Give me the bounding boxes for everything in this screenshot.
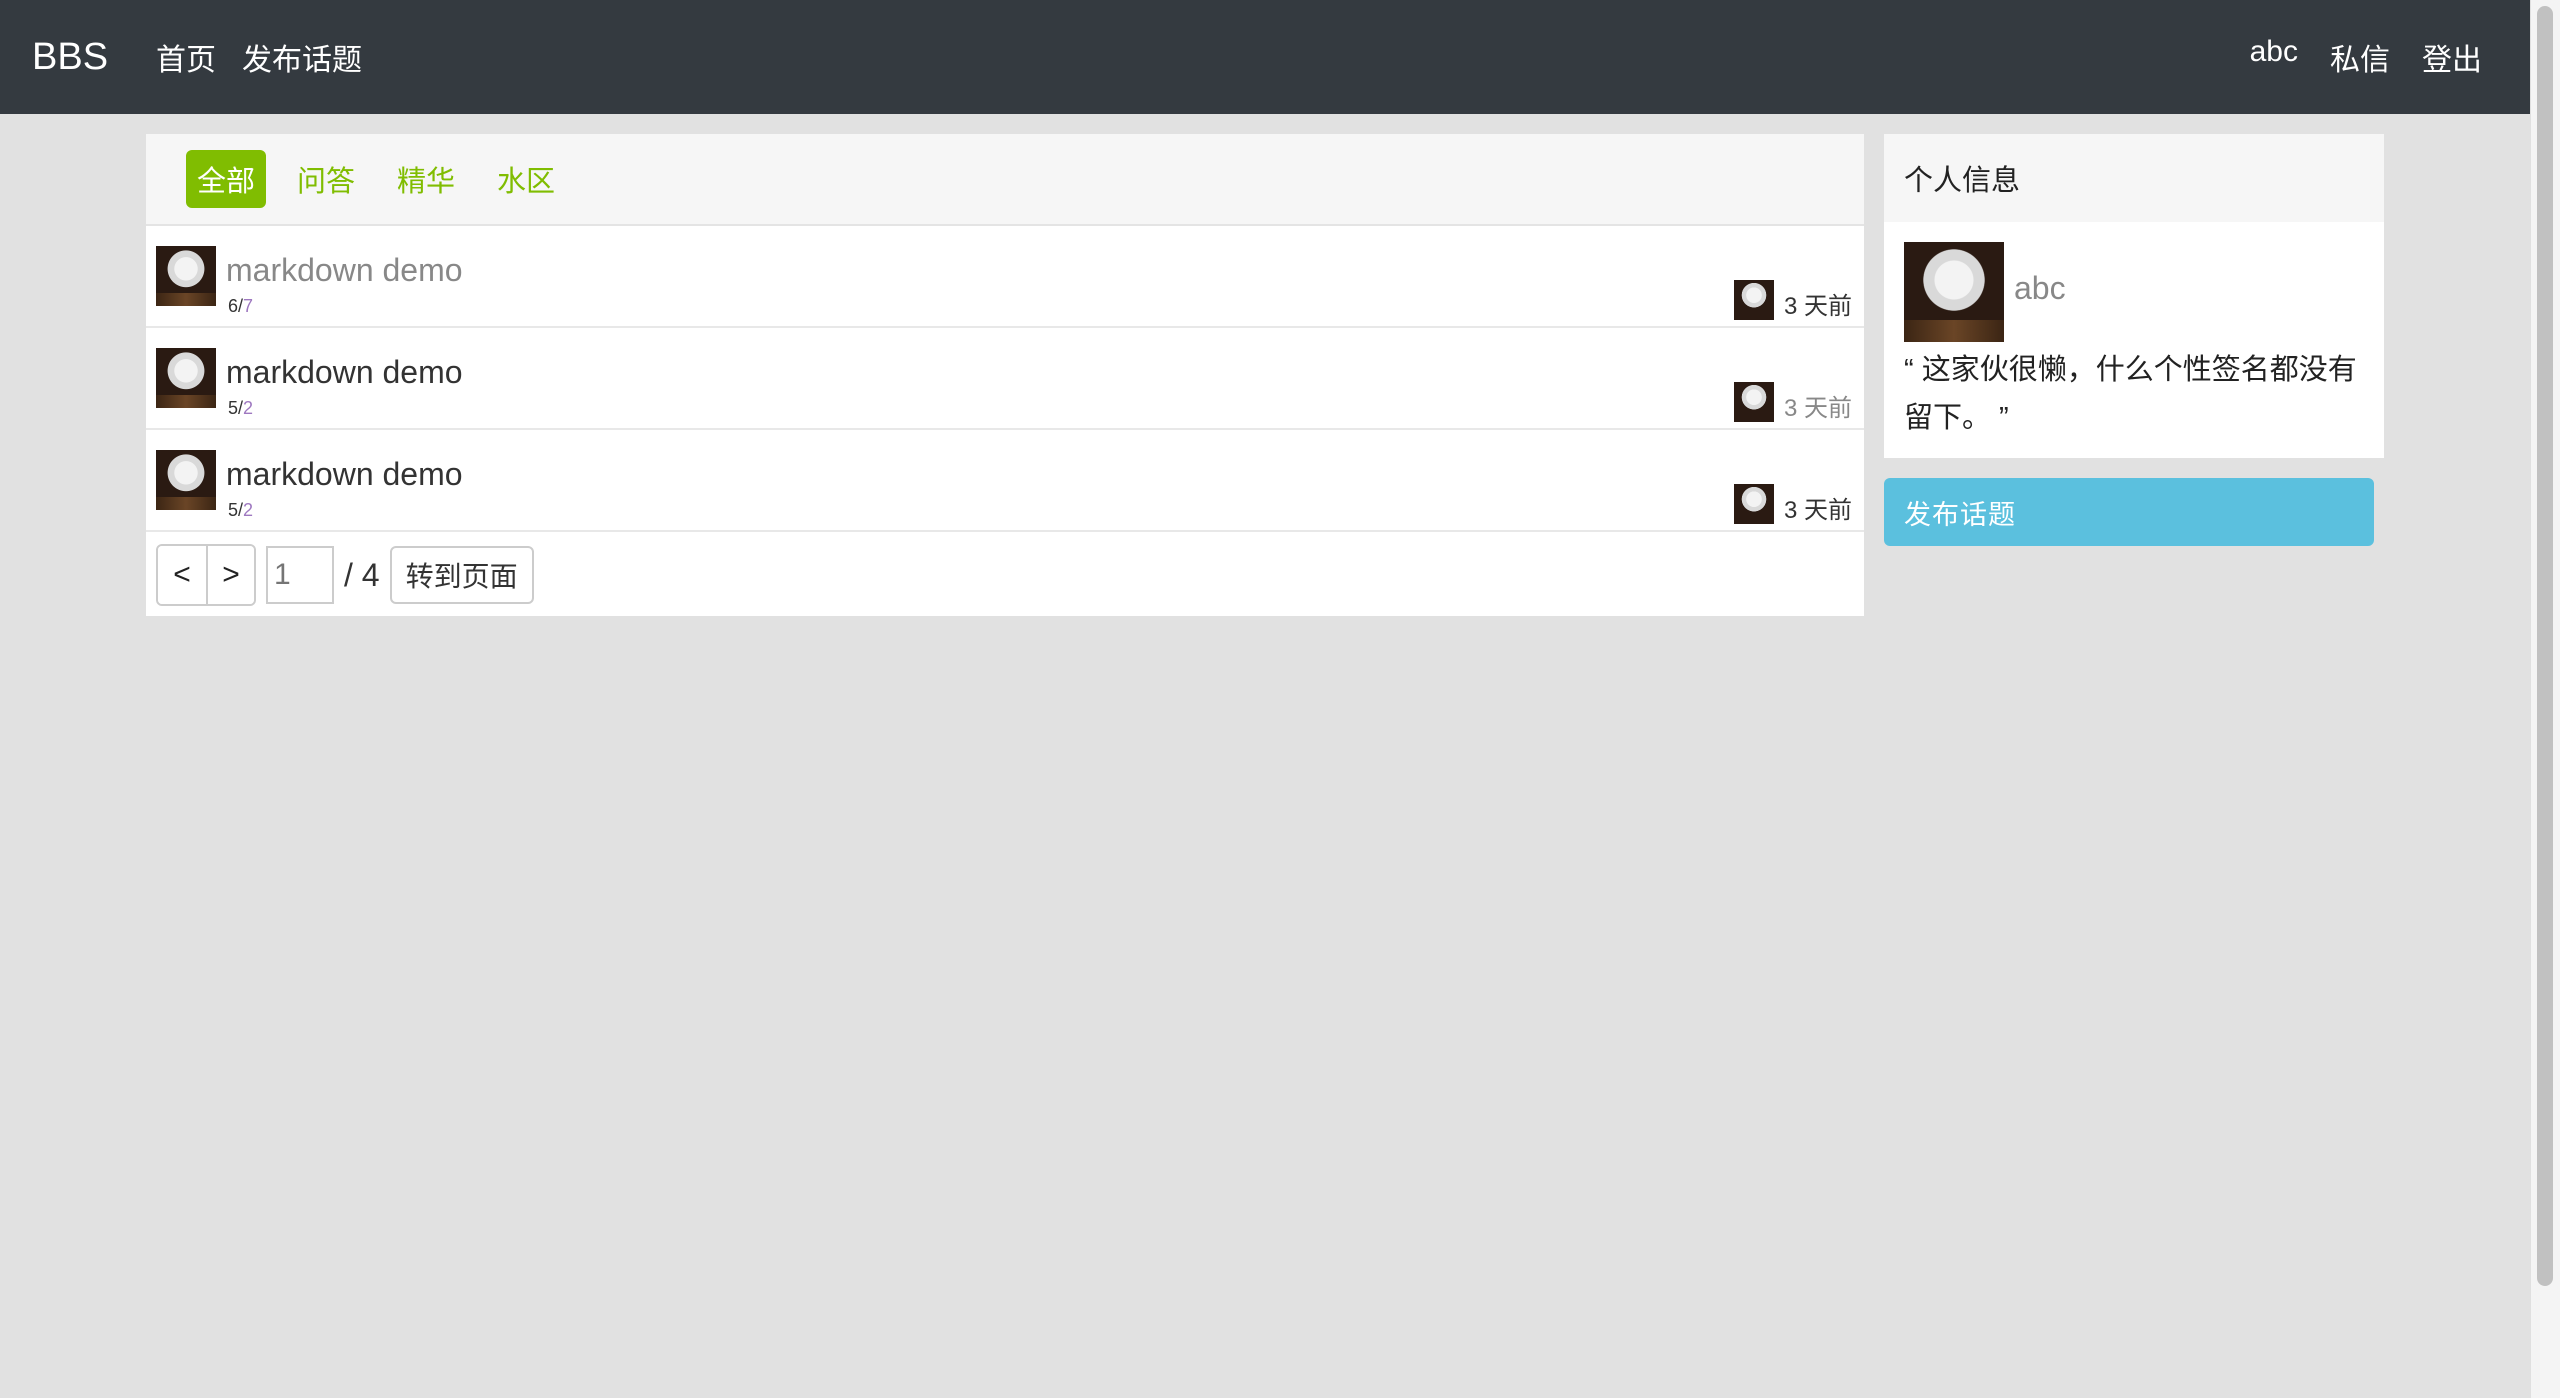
profile-card: 个人信息 abc “ 这家伙很懒，什么个性签名都没有留下。 ” [1884,134,2384,458]
next-page-button[interactable]: > [206,546,254,604]
topic-row: markdown demo 5/2 3 天前 [146,430,1864,532]
pagination: < > / 4 转到页面 [156,544,534,606]
tab-water[interactable]: 水区 [486,150,566,208]
profile-username[interactable]: abc [2014,270,2066,307]
reply-count: 5 [228,398,239,418]
top-navbar: BBS 首页 发布话题 abc 私信 登出 [0,0,2530,114]
nav-messages-link[interactable]: 私信 [2330,35,2390,79]
reply-view-count: 5/2 [228,500,254,520]
view-count: 7 [243,296,254,316]
tab-all[interactable]: 全部 [186,150,267,208]
reply-count: 5 [228,500,239,520]
last-reply-time[interactable]: 3 天前 [1784,286,1852,321]
tab-featured[interactable]: 精华 [386,150,466,208]
topic-row: markdown demo 5/2 3 天前 [146,328,1864,430]
view-count: 2 [243,398,254,418]
topic-title-link[interactable]: markdown demo [226,252,463,289]
tab-bar: 全部 问答 精华 水区 [146,134,1864,226]
last-reply-avatar[interactable] [1734,280,1774,320]
nav-right: abc 私信 登出 [2250,35,2482,79]
author-avatar[interactable] [156,348,216,408]
topic-title-link[interactable]: markdown demo [226,354,463,391]
reply-view-count: 5/2 [228,398,254,418]
last-reply-avatar[interactable] [1734,382,1774,422]
nav-left: 首页 发布话题 [156,35,362,79]
prev-page-button[interactable]: < [158,546,206,604]
author-avatar[interactable] [156,450,216,510]
tab-qa[interactable]: 问答 [286,150,366,208]
topic-row: markdown demo 6/7 3 天前 [146,226,1864,328]
author-avatar[interactable] [156,246,216,306]
new-topic-button[interactable]: 发布话题 [1884,478,2374,546]
last-reply-time[interactable]: 3 天前 [1784,388,1852,423]
nav-new-topic-link[interactable]: 发布话题 [242,35,362,79]
last-reply-time[interactable]: 3 天前 [1784,490,1852,525]
topic-list-panel: 全部 问答 精华 水区 markdown demo 6/7 3 天前 markd… [146,134,1864,616]
profile-signature: “ 这家伙很懒，什么个性签名都没有留下。 ” [1904,354,2357,434]
nav-home-link[interactable]: 首页 [156,35,216,79]
reply-count: 6 [228,296,239,316]
profile-card-header: 个人信息 [1884,134,2384,222]
nav-user-link[interactable]: abc [2250,35,2298,79]
page-total: / 4 [344,556,380,593]
topic-title-link[interactable]: markdown demo [226,456,463,493]
reply-view-count: 6/7 [228,296,254,316]
scrollbar-thumb[interactable] [2537,6,2553,1286]
nav-logout-link[interactable]: 登出 [2422,35,2482,79]
page-number-input[interactable] [266,546,334,604]
view-count: 2 [243,500,254,520]
pager-button-group: < > [156,544,256,606]
profile-avatar[interactable] [1904,242,2004,342]
brand-logo[interactable]: BBS [32,36,108,79]
last-reply-avatar[interactable] [1734,484,1774,524]
goto-page-button[interactable]: 转到页面 [389,546,534,604]
